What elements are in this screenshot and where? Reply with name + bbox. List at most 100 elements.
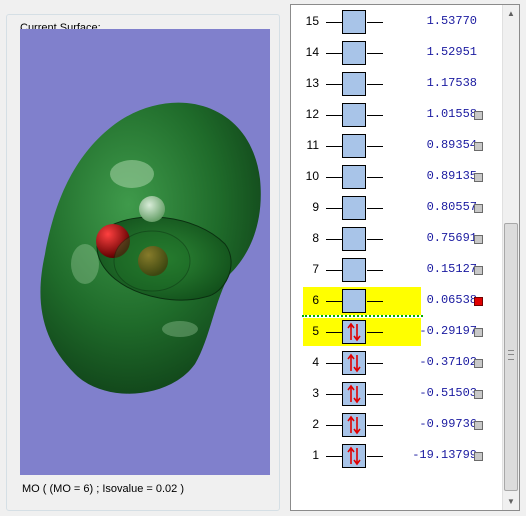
orbital-level-row[interactable]: 10 0.89135 <box>291 165 501 189</box>
surface-highlight <box>71 244 99 284</box>
orbital-level-row[interactable]: 3 -0.51503 <box>291 382 501 406</box>
orbital-energy: 1.01558 <box>426 107 477 121</box>
orbital-level-row[interactable]: 13 1.17538 <box>291 72 501 96</box>
orbital-level-box[interactable] <box>342 10 366 34</box>
level-line <box>367 270 383 271</box>
orbital-level-box[interactable] <box>342 289 366 313</box>
orbital-level-row[interactable]: 15 1.53770 <box>291 10 501 34</box>
orbital-visibility-checkbox[interactable] <box>474 204 483 213</box>
orbital-level-row[interactable]: 11 0.89354 <box>291 134 501 158</box>
level-line <box>367 301 383 302</box>
orbital-level-box[interactable] <box>342 320 366 344</box>
orbital-energy: 0.75691 <box>426 231 477 245</box>
orbital-level-row[interactable]: 9 0.80557 <box>291 196 501 220</box>
orbital-level-box[interactable] <box>342 258 366 282</box>
orbital-level-box[interactable] <box>342 351 366 375</box>
spin-up-down-arrows-icon <box>347 322 361 342</box>
orbital-visibility-checkbox[interactable] <box>474 390 483 399</box>
orbital-level-row[interactable]: 6 0.06538 <box>291 287 501 315</box>
orbital-index: 4 <box>312 355 319 369</box>
surface-highlight <box>110 160 154 188</box>
level-line <box>367 177 383 178</box>
orbital-energy: 1.52951 <box>426 45 477 59</box>
orbital-level-row[interactable]: 1 -19.13799 <box>291 444 501 468</box>
orbital-energy: 0.89135 <box>426 169 477 183</box>
level-line <box>326 332 342 333</box>
orbital-energy: -19.13799 <box>412 448 477 462</box>
level-line <box>367 146 383 147</box>
surface-highlight <box>162 321 198 337</box>
orbital-level-row[interactable]: 5 -0.29197 <box>291 318 501 346</box>
level-line <box>326 146 342 147</box>
orbital-index: 14 <box>305 45 319 59</box>
orbital-index: 12 <box>305 107 319 121</box>
level-line <box>326 301 342 302</box>
orbital-level-box[interactable] <box>342 444 366 468</box>
orbital-level-box[interactable] <box>342 72 366 96</box>
orbital-energy: -0.29197 <box>419 324 477 338</box>
level-line <box>367 332 383 333</box>
vertical-scrollbar[interactable]: ▲ ▼ <box>502 5 519 510</box>
orbital-level-box[interactable] <box>342 227 366 251</box>
level-line <box>367 22 383 23</box>
orbital-level-row[interactable]: 14 1.52951 <box>291 41 501 65</box>
orbital-level-row[interactable]: 4 -0.37102 <box>291 351 501 375</box>
orbital-energy: 0.80557 <box>426 200 477 214</box>
orbital-energy: 1.17538 <box>426 76 477 90</box>
orbital-visibility-checkbox[interactable] <box>474 452 483 461</box>
orbital-level-box[interactable] <box>342 165 366 189</box>
level-line <box>367 394 383 395</box>
orbital-energy: -0.99736 <box>419 417 477 431</box>
orbital-level-box[interactable] <box>342 196 366 220</box>
orbital-level-row[interactable]: 12 1.01558 <box>291 103 501 127</box>
inner-surface-shell <box>113 230 191 292</box>
orbital-index: 13 <box>305 76 319 90</box>
orbital-energy: 1.53770 <box>426 14 477 28</box>
level-line <box>326 270 342 271</box>
grip-icon <box>508 350 514 360</box>
scrollbar-thumb[interactable] <box>504 223 518 491</box>
surface-viewport[interactable] <box>20 29 270 475</box>
orbital-level-box[interactable] <box>342 413 366 437</box>
mo-caption: MO ( (MO = 6) ; Isovalue = 0.02 ) <box>22 483 184 495</box>
spin-up-down-arrows-icon <box>347 446 361 466</box>
orbital-visibility-checkbox[interactable] <box>474 421 483 430</box>
level-line <box>367 363 383 364</box>
orbital-level-row[interactable]: 7 0.15127 <box>291 258 501 282</box>
orbital-level-box[interactable] <box>342 134 366 158</box>
orbital-index: 5 <box>312 324 319 338</box>
orbital-visibility-checkbox[interactable] <box>474 359 483 368</box>
orbital-visibility-checkbox[interactable] <box>474 328 483 337</box>
orbital-energy: 0.06538 <box>426 293 477 307</box>
orbital-index: 15 <box>305 14 319 28</box>
spin-up-down-arrows-icon <box>347 353 361 373</box>
level-line <box>326 456 342 457</box>
orbital-level-box[interactable] <box>342 41 366 65</box>
orbital-visibility-checkbox[interactable] <box>474 235 483 244</box>
level-line <box>326 115 342 116</box>
orbital-visibility-checkbox[interactable] <box>474 111 483 120</box>
orbital-visibility-checkbox[interactable] <box>474 297 483 306</box>
orbital-visibility-checkbox[interactable] <box>474 173 483 182</box>
orbital-index: 11 <box>306 138 319 152</box>
orbital-index: 6 <box>312 293 319 307</box>
orbital-index: 9 <box>312 200 319 214</box>
up-arrow-icon[interactable]: ▲ <box>503 5 519 22</box>
spin-up-down-arrows-icon <box>347 384 361 404</box>
level-line <box>367 208 383 209</box>
hydrogen-atom <box>139 196 165 222</box>
level-line <box>367 239 383 240</box>
orbital-energy: 0.15127 <box>426 262 477 276</box>
orbital-visibility-checkbox[interactable] <box>474 266 483 275</box>
orbital-energy: -0.51503 <box>419 386 477 400</box>
down-arrow-icon[interactable]: ▼ <box>503 493 519 510</box>
orbital-level-row[interactable]: 2 -0.99736 <box>291 413 501 437</box>
level-line <box>326 208 342 209</box>
orbital-level-box[interactable] <box>342 382 366 406</box>
orbital-level-box[interactable] <box>342 103 366 127</box>
level-line <box>326 177 342 178</box>
orbital-visibility-checkbox[interactable] <box>474 142 483 151</box>
orbital-level-row[interactable]: 8 0.75691 <box>291 227 501 251</box>
level-line <box>367 84 383 85</box>
level-line <box>326 53 342 54</box>
